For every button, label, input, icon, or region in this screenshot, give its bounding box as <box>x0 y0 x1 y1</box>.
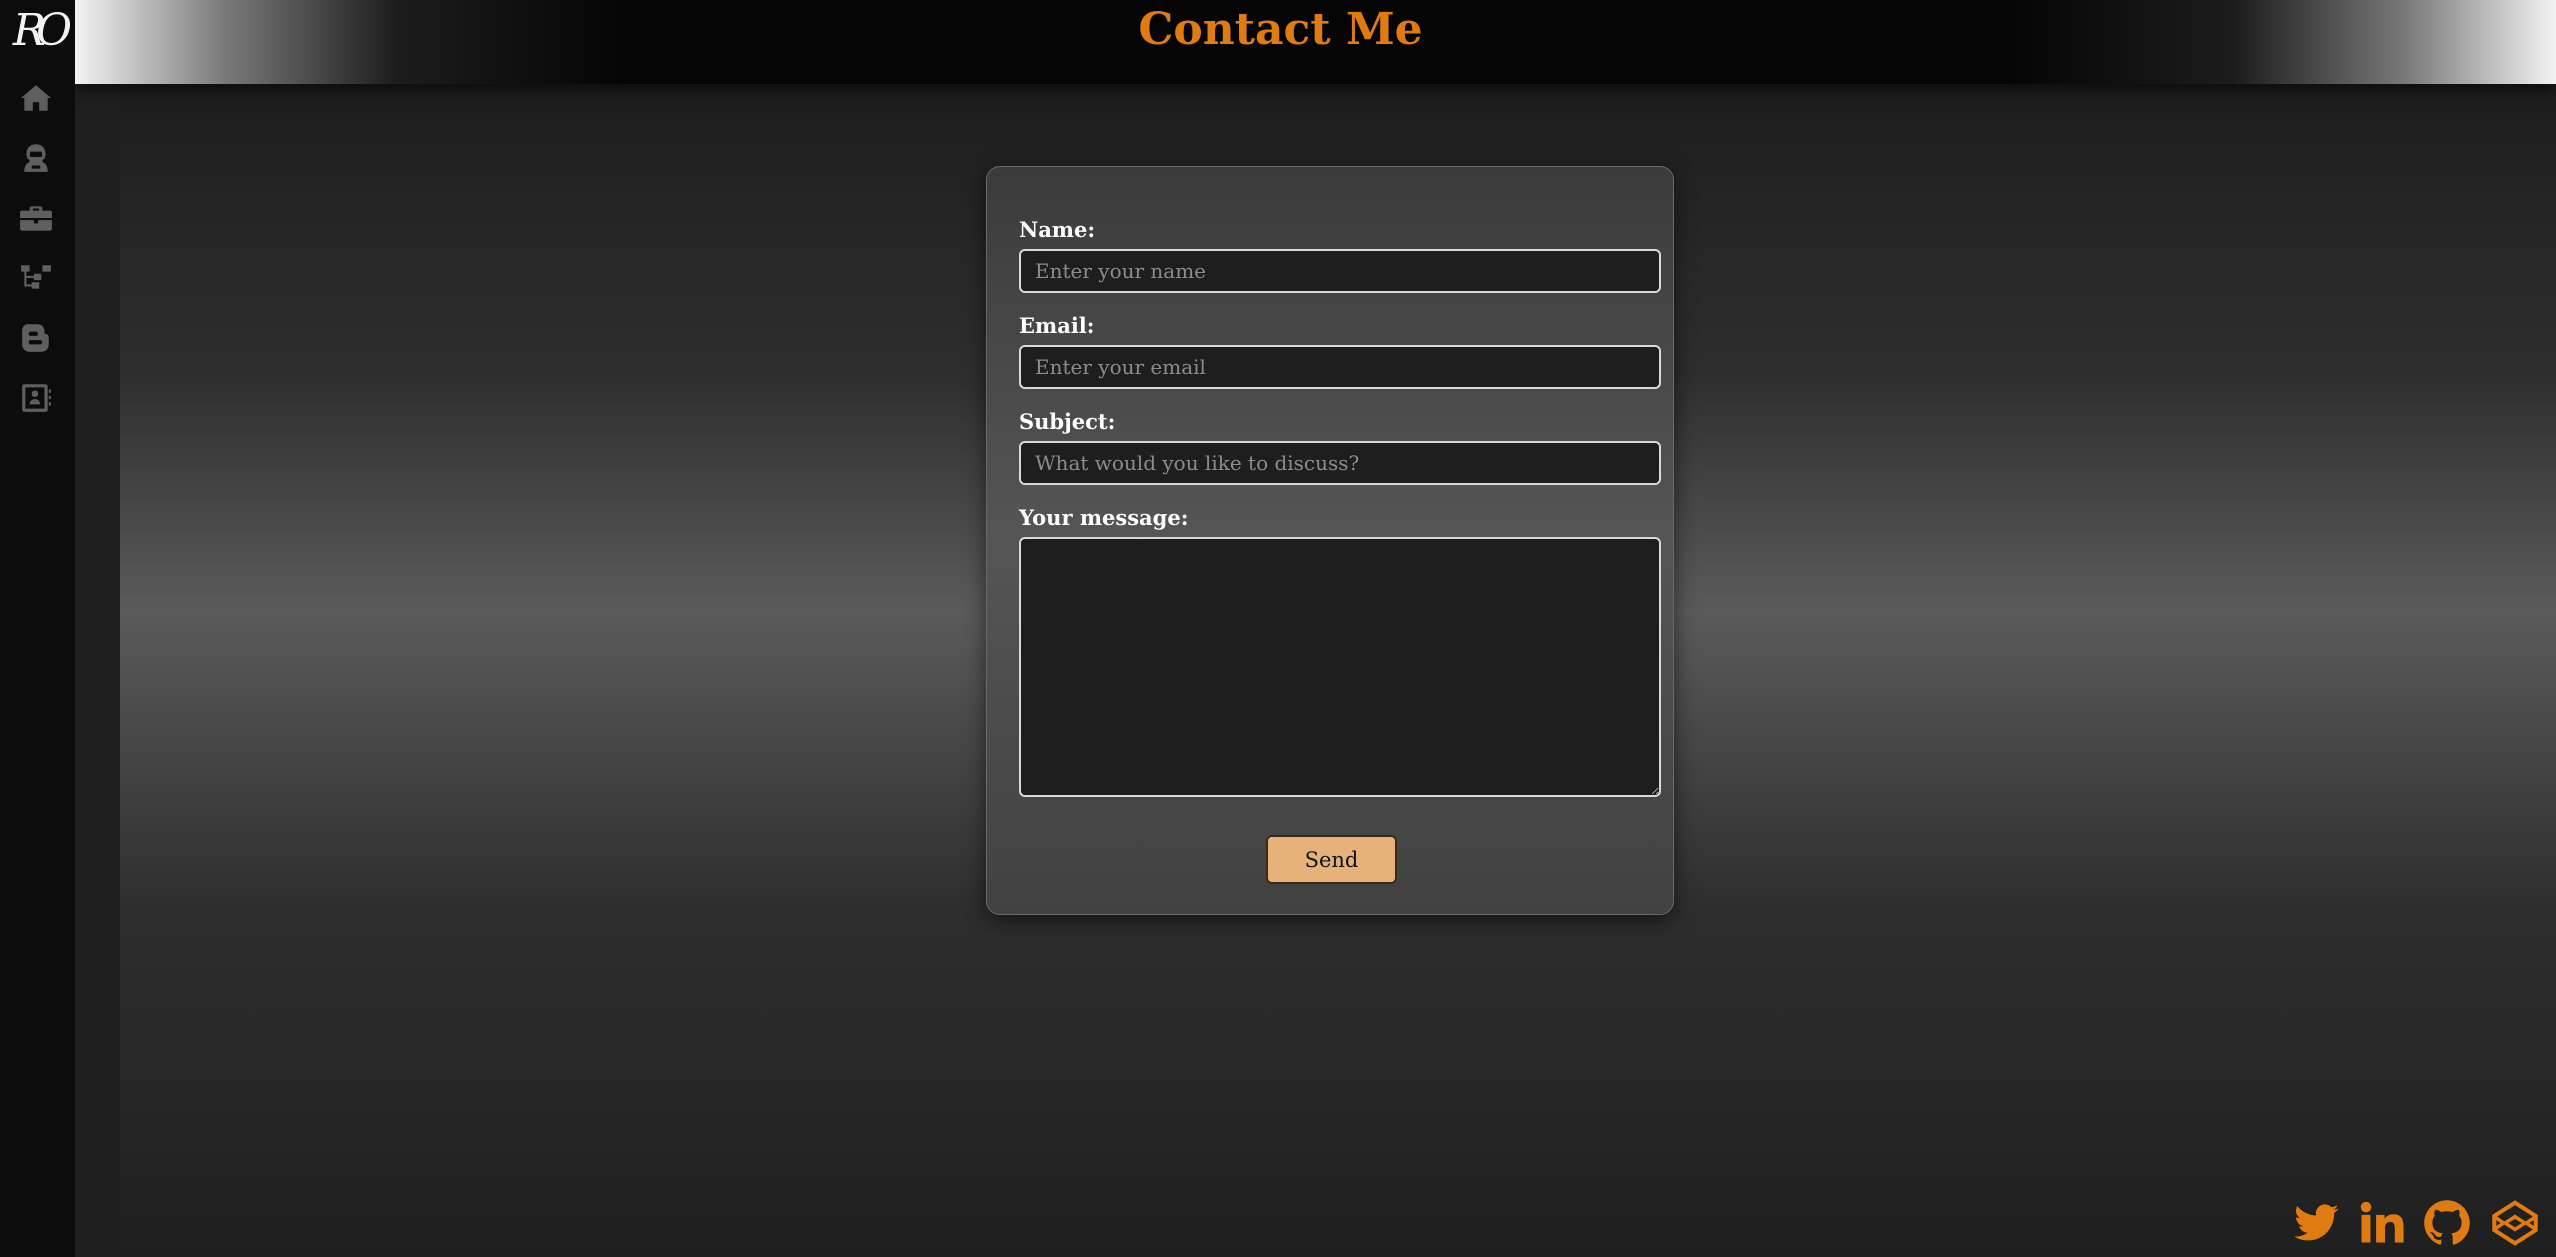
twitter-link[interactable] <box>2289 1196 2343 1250</box>
nav-experience[interactable] <box>15 197 57 239</box>
astronaut-icon <box>24 144 48 172</box>
codepen-icon <box>2492 1200 2538 1246</box>
nav-home[interactable] <box>15 77 57 119</box>
name-label: Name: <box>1019 217 1096 242</box>
logo-text: RO <box>12 5 72 56</box>
github-link[interactable] <box>2420 1196 2474 1250</box>
message-textarea[interactable] <box>1019 537 1661 797</box>
subject-field[interactable] <box>1019 441 1661 485</box>
message-label: Your message: <box>1019 505 1189 530</box>
blogger-icon <box>22 324 49 352</box>
contact-book-icon <box>22 384 51 412</box>
site-logo[interactable]: RO <box>0 0 75 62</box>
page-title: Contact Me <box>1138 4 1423 55</box>
contact-form: Name: Email: Subject: Your message: Send <box>986 166 1674 915</box>
sidebar: RO <box>0 0 75 1257</box>
github-icon <box>2424 1200 2470 1245</box>
sitemap-icon <box>21 265 51 289</box>
linkedin-icon <box>2360 1201 2404 1243</box>
twitter-icon <box>2293 1204 2339 1241</box>
email-field[interactable] <box>1019 345 1661 389</box>
linkedin-link[interactable] <box>2354 1196 2408 1250</box>
codepen-link[interactable] <box>2488 1196 2542 1250</box>
name-field[interactable] <box>1019 249 1661 293</box>
nav-projects[interactable] <box>15 257 57 299</box>
home-icon <box>21 85 51 111</box>
nav-contact[interactable] <box>15 377 57 419</box>
page-header: Contact Me <box>75 0 2556 84</box>
nav-about[interactable] <box>15 137 57 179</box>
main-gutter <box>75 84 120 1257</box>
email-label: Email: <box>1019 313 1095 338</box>
send-button[interactable]: Send <box>1266 835 1397 884</box>
briefcase-icon <box>20 206 52 231</box>
nav-blog[interactable] <box>15 317 57 359</box>
subject-label: Subject: <box>1019 409 1116 434</box>
